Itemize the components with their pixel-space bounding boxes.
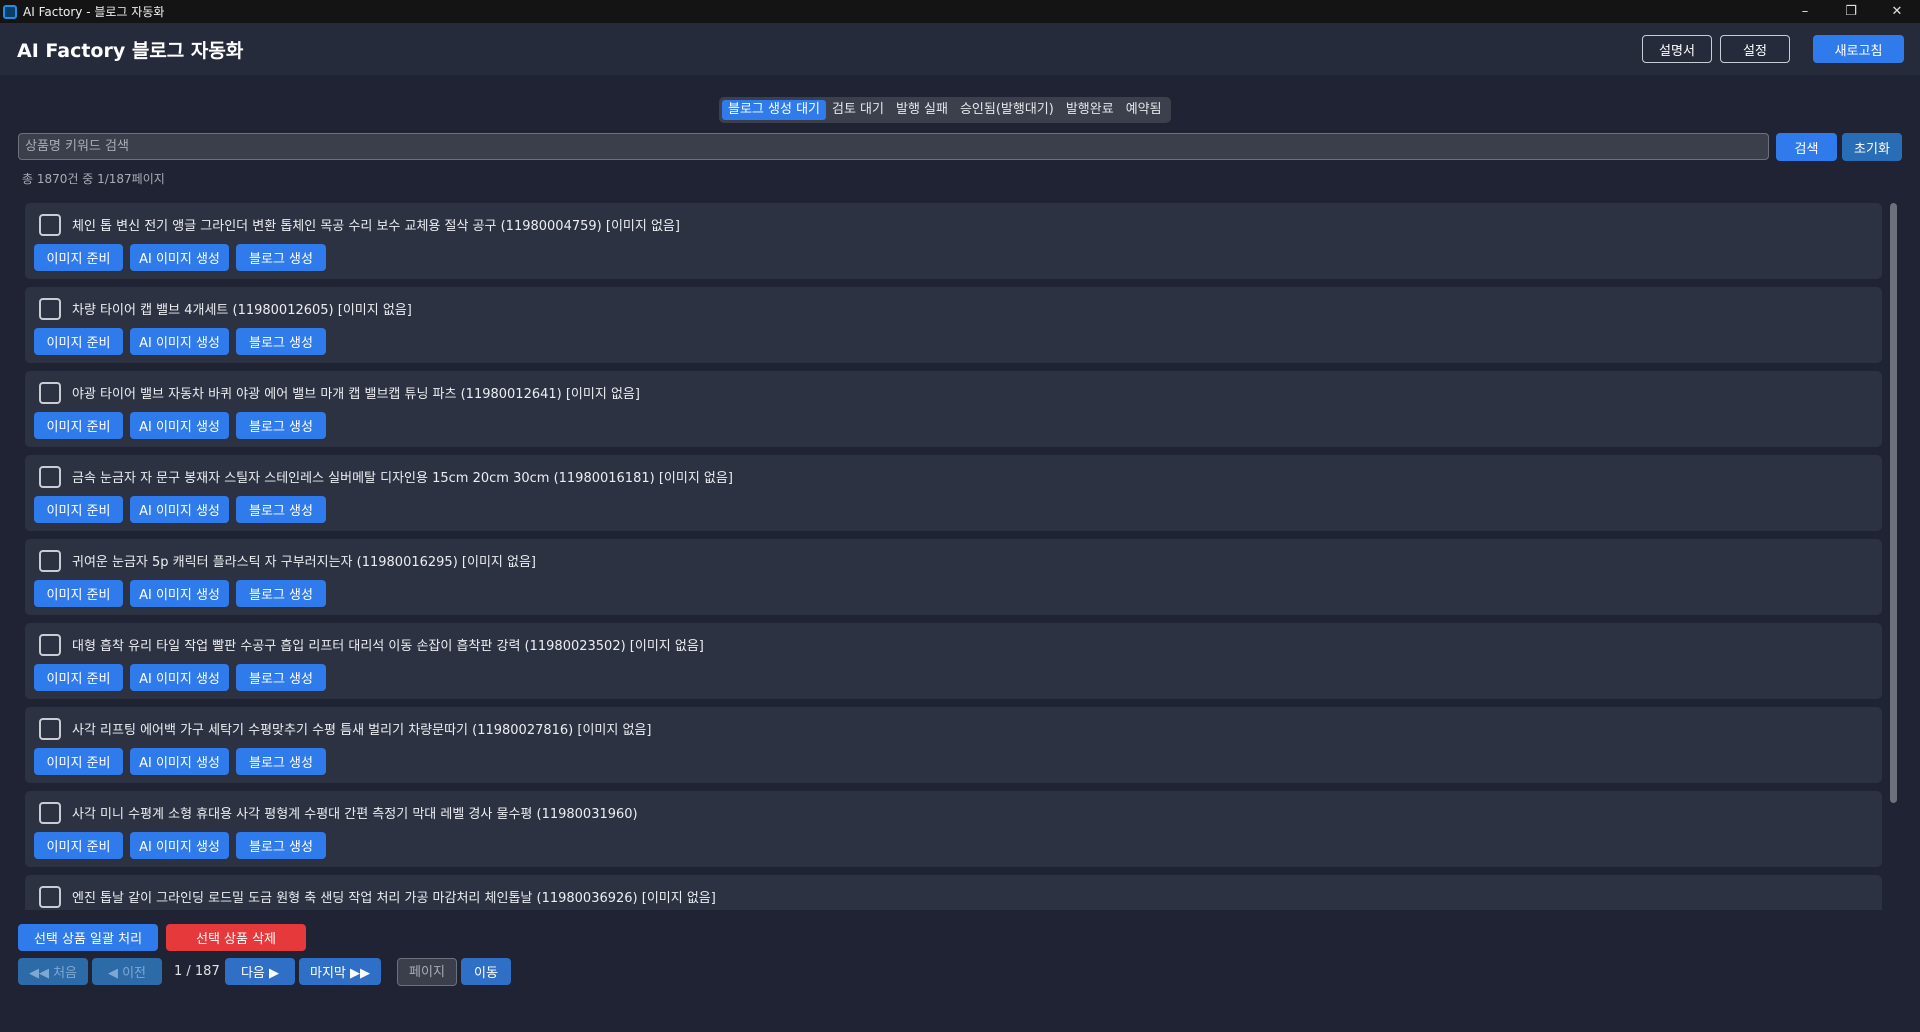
generate-blog-button[interactable]: 블로그 생성 bbox=[236, 496, 326, 523]
first-page-button[interactable]: ◀◀ 처음 bbox=[18, 958, 88, 985]
item-checkbox[interactable] bbox=[39, 802, 61, 824]
window-controls: – ❐ ✕ bbox=[1782, 0, 1920, 23]
reset-button[interactable]: 초기화 bbox=[1842, 133, 1902, 161]
tab-blog-generation-pending[interactable]: 블로그 생성 대기 bbox=[722, 100, 826, 120]
item-checkbox[interactable] bbox=[39, 634, 61, 656]
prepare-image-button[interactable]: 이미지 준비 bbox=[34, 496, 123, 523]
item-title: 차량 타이어 캡 밸브 4개세트 (11980012605) [이미지 없음] bbox=[72, 303, 412, 318]
list-scrollbar[interactable] bbox=[1890, 203, 1897, 803]
ai-image-button[interactable]: AI 이미지 생성 bbox=[130, 832, 229, 859]
page-indicator: 1 / 187 bbox=[174, 964, 220, 979]
item-title: 엔진 톱날 같이 그라인딩 로드밀 도금 원형 축 샌딩 작업 처리 가공 마감… bbox=[72, 891, 716, 906]
search-input[interactable] bbox=[18, 133, 1769, 160]
list-item: 귀여운 눈금자 5p 캐릭터 플라스틱 자 구부러지는자 (1198001629… bbox=[25, 539, 1882, 615]
generate-blog-button[interactable]: 블로그 생성 bbox=[236, 580, 326, 607]
ai-image-button[interactable]: AI 이미지 생성 bbox=[130, 412, 229, 439]
window-title: AI Factory - 블로그 자동화 bbox=[23, 5, 165, 19]
tab-publish-failed[interactable]: 발행 실패 bbox=[890, 100, 954, 120]
item-checkbox[interactable] bbox=[39, 382, 61, 404]
ai-image-button[interactable]: AI 이미지 생성 bbox=[130, 580, 229, 607]
list-item: 체인 톱 변신 전기 앵글 그라인더 변환 톱체인 목공 수리 보수 교체용 절… bbox=[25, 203, 1882, 279]
item-checkbox[interactable] bbox=[39, 718, 61, 740]
prepare-image-button[interactable]: 이미지 준비 bbox=[34, 748, 123, 775]
list-item: 사각 미니 수평계 소형 휴대용 사각 평형계 수평대 간편 측정기 막대 레벨… bbox=[25, 791, 1882, 867]
settings-button[interactable]: 설정 bbox=[1720, 35, 1790, 63]
prepare-image-button[interactable]: 이미지 준비 bbox=[34, 328, 123, 355]
next-page-button[interactable]: 다음 ▶ bbox=[225, 958, 295, 985]
list-item: 야광 타이어 밸브 자동차 바퀴 야광 에어 밸브 마개 캡 밸브캡 튜닝 파츠… bbox=[25, 371, 1882, 447]
prepare-image-button[interactable]: 이미지 준비 bbox=[34, 832, 123, 859]
list-item: 차량 타이어 캡 밸브 4개세트 (11980012605) [이미지 없음] … bbox=[25, 287, 1882, 363]
delete-selected-button[interactable]: 선택 상품 삭제 bbox=[166, 924, 306, 951]
bulk-process-button[interactable]: 선택 상품 일괄 처리 bbox=[18, 924, 158, 951]
ai-image-button[interactable]: AI 이미지 생성 bbox=[130, 496, 229, 523]
prepare-image-button[interactable]: 이미지 준비 bbox=[34, 664, 123, 691]
generate-blog-button[interactable]: 블로그 생성 bbox=[236, 328, 326, 355]
app-header: AI Factory 블로그 자동화 설명서 설정 새로고침 bbox=[0, 23, 1920, 75]
item-title: 야광 타이어 밸브 자동차 바퀴 야광 에어 밸브 마개 캡 밸브캡 튜닝 파츠… bbox=[72, 387, 640, 402]
list-item: 엔진 톱날 같이 그라인딩 로드밀 도금 원형 축 샌딩 작업 처리 가공 마감… bbox=[25, 875, 1882, 910]
generate-blog-button[interactable]: 블로그 생성 bbox=[236, 748, 326, 775]
refresh-button[interactable]: 새로고침 bbox=[1813, 35, 1904, 63]
ai-image-button[interactable]: AI 이미지 생성 bbox=[130, 748, 229, 775]
tab-approved[interactable]: 승인됨(발행대기) bbox=[954, 100, 1060, 120]
last-page-button[interactable]: 마지막 ▶▶ bbox=[299, 958, 381, 985]
maximize-icon[interactable]: ❐ bbox=[1828, 0, 1874, 23]
item-checkbox[interactable] bbox=[39, 886, 61, 908]
list-item: 금속 눈금자 자 문구 봉재자 스틸자 스테인레스 실버메탈 디자인용 15cm… bbox=[25, 455, 1882, 531]
ai-image-button[interactable]: AI 이미지 생성 bbox=[130, 244, 229, 271]
item-title: 귀여운 눈금자 5p 캐릭터 플라스틱 자 구부러지는자 (1198001629… bbox=[72, 555, 536, 570]
item-checkbox[interactable] bbox=[39, 298, 61, 320]
item-checkbox[interactable] bbox=[39, 466, 61, 488]
item-title: 체인 톱 변신 전기 앵글 그라인더 변환 톱체인 목공 수리 보수 교체용 절… bbox=[72, 219, 680, 234]
prev-page-button[interactable]: ◀ 이전 bbox=[92, 958, 162, 985]
close-icon[interactable]: ✕ bbox=[1874, 0, 1920, 23]
app-title: AI Factory 블로그 자동화 bbox=[17, 39, 244, 62]
item-title: 금속 눈금자 자 문구 봉재자 스틸자 스테인레스 실버메탈 디자인용 15cm… bbox=[72, 471, 733, 486]
tab-review-pending[interactable]: 검토 대기 bbox=[826, 100, 890, 120]
prepare-image-button[interactable]: 이미지 준비 bbox=[34, 244, 123, 271]
product-list: 체인 톱 변신 전기 앵글 그라인더 변환 톱체인 목공 수리 보수 교체용 절… bbox=[25, 203, 1882, 910]
app-icon bbox=[3, 4, 17, 19]
go-page-button[interactable]: 이동 bbox=[461, 958, 511, 985]
generate-blog-button[interactable]: 블로그 생성 bbox=[236, 244, 326, 271]
window-titlebar: AI Factory - 블로그 자동화 – ❐ ✕ bbox=[0, 0, 1920, 23]
generate-blog-button[interactable]: 블로그 생성 bbox=[236, 664, 326, 691]
generate-blog-button[interactable]: 블로그 생성 bbox=[236, 412, 326, 439]
tab-published[interactable]: 발행완료 bbox=[1060, 100, 1120, 120]
prepare-image-button[interactable]: 이미지 준비 bbox=[34, 412, 123, 439]
ai-image-button[interactable]: AI 이미지 생성 bbox=[130, 664, 229, 691]
result-count: 총 1870건 중 1/187페이지 bbox=[22, 172, 165, 186]
list-item: 대형 흡착 유리 타일 작업 빨판 수공구 흡입 리프터 대리석 이동 손잡이 … bbox=[25, 623, 1882, 699]
status-tabs: 블로그 생성 대기 검토 대기 발행 실패 승인됨(발행대기) 발행완료 예약됨 bbox=[719, 97, 1171, 123]
item-checkbox[interactable] bbox=[39, 214, 61, 236]
search-button[interactable]: 검색 bbox=[1776, 133, 1837, 161]
item-title: 대형 흡착 유리 타일 작업 빨판 수공구 흡입 리프터 대리석 이동 손잡이 … bbox=[72, 639, 704, 654]
ai-image-button[interactable]: AI 이미지 생성 bbox=[130, 328, 229, 355]
prepare-image-button[interactable]: 이미지 준비 bbox=[34, 580, 123, 607]
manual-button[interactable]: 설명서 bbox=[1642, 35, 1712, 63]
item-title: 사각 미니 수평계 소형 휴대용 사각 평형계 수평대 간편 측정기 막대 레벨… bbox=[72, 807, 638, 822]
item-title: 사각 리프팅 에어백 가구 세탁기 수평맞추기 수평 틈새 벌리기 차량문따기 … bbox=[72, 723, 652, 738]
item-checkbox[interactable] bbox=[39, 550, 61, 572]
minimize-icon[interactable]: – bbox=[1782, 0, 1828, 23]
list-item: 사각 리프팅 에어백 가구 세탁기 수평맞추기 수평 틈새 벌리기 차량문따기 … bbox=[25, 707, 1882, 783]
generate-blog-button[interactable]: 블로그 생성 bbox=[236, 832, 326, 859]
tab-scheduled[interactable]: 예약됨 bbox=[1120, 100, 1168, 120]
page-number-input[interactable] bbox=[397, 958, 457, 986]
